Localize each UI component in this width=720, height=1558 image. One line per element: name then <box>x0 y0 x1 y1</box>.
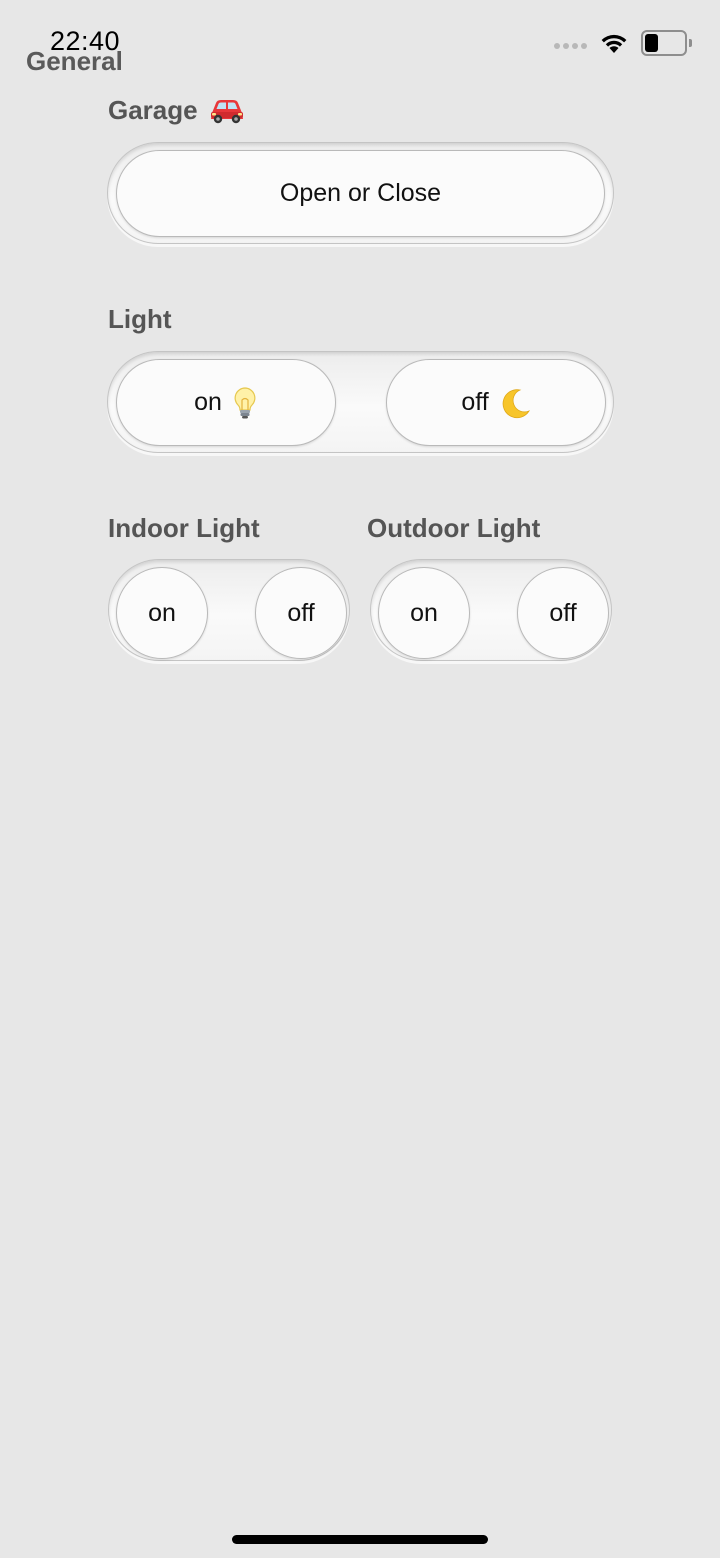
light-label: Light <box>108 304 172 334</box>
indoor-light-track: on off <box>108 559 350 661</box>
outdoor-light-on-label: on <box>410 598 438 627</box>
indoor-light-on-label: on <box>148 598 176 627</box>
garage-open-close-button[interactable]: Open or Close <box>116 150 605 237</box>
light-bulb-icon <box>234 386 256 418</box>
light-off-button[interactable]: off <box>386 359 606 446</box>
indoor-light-on-button[interactable]: on <box>116 567 208 659</box>
indoor-light-off-label: off <box>287 598 315 627</box>
light-on-button[interactable]: on <box>116 359 336 446</box>
garage-track: Open or Close <box>107 142 614 244</box>
outdoor-light-track: on off <box>370 559 612 661</box>
light-on-label: on <box>194 388 222 416</box>
cellular-dots-icon <box>554 43 587 49</box>
battery-icon <box>641 30 692 56</box>
light-off-label: off <box>461 388 489 416</box>
outdoor-light-on-button[interactable]: on <box>378 567 470 659</box>
garage-label-text: Garage <box>108 94 198 125</box>
garage-button-label: Open or Close <box>279 179 442 207</box>
outdoor-light-off-label: off <box>549 598 577 627</box>
page-title: General <box>26 46 123 76</box>
outdoor-light-label: Outdoor Light <box>367 513 541 543</box>
crescent-moon-icon <box>502 388 530 418</box>
battery-level <box>645 34 658 52</box>
garage-label: Garage <box>108 94 246 126</box>
indoor-light-label: Indoor Light <box>108 513 260 543</box>
wifi-icon <box>601 34 627 53</box>
light-track: on off <box>107 351 614 453</box>
outdoor-light-off-button[interactable]: off <box>517 567 609 659</box>
indoor-light-off-button[interactable]: off <box>255 567 347 659</box>
home-indicator[interactable] <box>232 1535 488 1544</box>
status-icons <box>554 28 692 58</box>
car-icon <box>210 100 243 124</box>
